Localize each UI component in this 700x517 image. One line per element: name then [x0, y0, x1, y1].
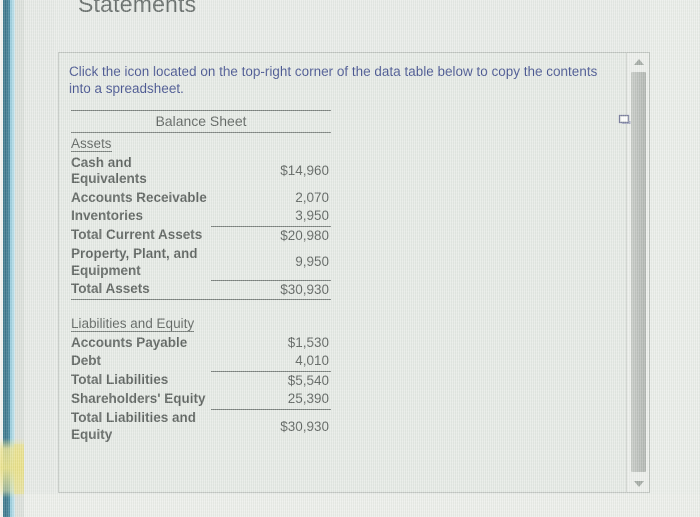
row-value: 2,070: [295, 189, 329, 205]
page-right-margin: [650, 0, 700, 517]
row-label: Cash and Equivalents: [71, 154, 147, 187]
row-label: Debt: [71, 353, 101, 369]
yellow-highlight-band-inner: [14, 444, 24, 494]
row-value: $20,980: [211, 225, 331, 245]
table-title: Balance Sheet: [71, 110, 331, 133]
section-header-liabilities-label: Liabilities and Equity: [71, 316, 195, 332]
section-header-assets: Assets: [71, 133, 331, 154]
table-row-total: Total Assets $30,930: [71, 279, 331, 300]
row-label: Inventories: [71, 208, 144, 224]
table-row-subtotal: Total Current Assets $20,980: [71, 225, 331, 245]
table-row: Debt 4,010: [71, 352, 331, 371]
table-row-subtotal: Total Liabilities $5,540: [71, 370, 331, 390]
row-label: Total Liabilities: [71, 372, 169, 388]
page-title: Statements: [78, 0, 197, 17]
row-value: $1,530: [287, 334, 329, 350]
row-value: 25,390: [287, 391, 329, 406]
section-header-row-liabilities: Liabilities and Equity: [71, 313, 331, 334]
scrollbar-thumb[interactable]: [631, 72, 646, 472]
page-bottom-margin: [24, 494, 700, 517]
row-label: Total Liabilities and Equity: [71, 410, 197, 442]
balance-sheet-table: Balance Sheet Assets Cash and Equivalent…: [71, 110, 331, 444]
triangle-down-icon: [633, 480, 644, 487]
row-label: Property, Plant, and Equipment: [71, 246, 198, 278]
row-value: 9,950: [295, 254, 329, 269]
copy-to-spreadsheet-button[interactable]: [616, 111, 632, 126]
row-label: Accounts Receivable: [71, 189, 207, 205]
row-value: 4,010: [295, 353, 329, 368]
table-row: Cash and Equivalents $14,960: [71, 154, 331, 189]
question-panel-content: Click the icon located on the top-right …: [59, 53, 625, 492]
section-header-liabilities: Liabilities and Equity: [71, 313, 331, 334]
table-row: Accounts Payable $1,530: [71, 334, 331, 353]
section-spacer: [71, 300, 331, 314]
row-label: Shareholders' Equity: [71, 391, 206, 407]
triangle-up-icon: [633, 58, 644, 65]
table-row: Shareholders' Equity 25,390: [71, 390, 331, 409]
row-label: Total Current Assets: [71, 227, 203, 243]
section-header-assets-label: Assets: [71, 136, 112, 152]
table-row: Inventories 3,950: [71, 207, 331, 226]
row-label: Accounts Payable: [71, 334, 188, 350]
table-row: Property, Plant, and Equipment 9,950: [71, 245, 331, 280]
row-value: 3,950: [295, 208, 329, 223]
copy-icon: [618, 114, 631, 125]
question-panel: Click the icon located on the top-right …: [58, 52, 650, 493]
table-title-row: Balance Sheet: [71, 110, 331, 133]
row-value: $14,960: [280, 162, 329, 178]
row-value: $30,930: [211, 408, 331, 444]
row-value: $5,540: [211, 370, 331, 390]
instruction-text: Click the icon located on the top-right …: [69, 64, 598, 96]
screenshot-root: Statements Click the icon located on the…: [0, 0, 700, 517]
row-value: $30,930: [211, 279, 331, 300]
scroll-down-arrow-icon[interactable]: [627, 475, 649, 492]
table-row: Accounts Receivable 2,070: [71, 189, 331, 208]
section-header-row-assets: Assets: [71, 133, 331, 154]
row-label: Total Assets: [71, 280, 211, 300]
table-row-total: Total Liabilities and Equity $30,930: [71, 408, 331, 444]
scroll-up-arrow-icon[interactable]: [627, 53, 649, 70]
page-left-margin: [24, 0, 54, 517]
